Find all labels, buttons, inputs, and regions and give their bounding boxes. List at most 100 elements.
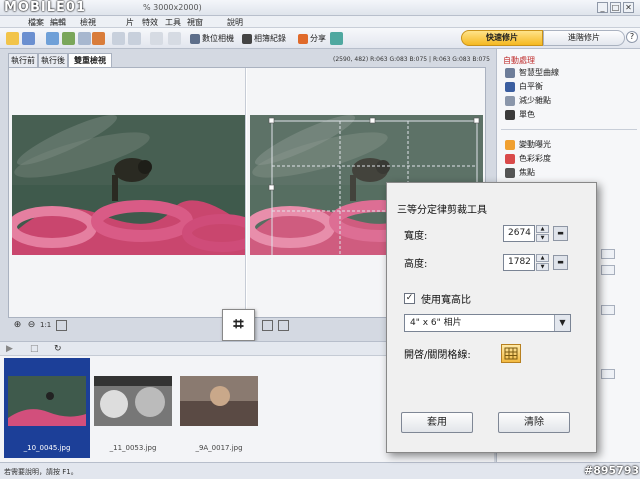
height-label: 高度: bbox=[404, 259, 428, 270]
tab-before[interactable]: 執行前 bbox=[8, 53, 38, 67]
grid-toggle-label: 開啓/關閉格線: bbox=[404, 350, 471, 361]
compare-icon[interactable] bbox=[262, 320, 273, 331]
digital-camera-label: 數位相機 bbox=[202, 34, 234, 43]
height-field[interactable]: 1782 bbox=[503, 254, 535, 271]
thumbnail-3[interactable]: _9A_0017.jpg bbox=[176, 358, 262, 458]
open-folder-icon[interactable] bbox=[6, 32, 19, 45]
tab-dual-view[interactable]: 雙重檢視 bbox=[68, 53, 112, 67]
thumbnail-label: _9A_0017.jpg bbox=[195, 444, 243, 452]
aspect-ratio-select[interactable]: 4" x 6" 相片 ▼ bbox=[404, 314, 571, 332]
dialog-title: 三等分定律剪裁工具 bbox=[397, 205, 487, 216]
width-up-icon[interactable]: ▲ bbox=[536, 225, 549, 233]
chevron-down-icon[interactable]: ▼ bbox=[554, 315, 570, 331]
smart-curve-label: 智慧型曲線 bbox=[519, 68, 559, 77]
menu-bar: 檔案 編輯 檢視 片 特效 工具 視窗 說明 bbox=[0, 16, 640, 28]
before-photo bbox=[12, 115, 245, 255]
aspect-ratio-checkbox[interactable]: ✓ bbox=[404, 293, 415, 304]
pixel-info-readout: (2590, 482) R:063 G:083 B:075 | R:063 G:… bbox=[333, 56, 490, 63]
split-view-icon[interactable] bbox=[278, 320, 289, 331]
print-icon[interactable] bbox=[78, 32, 91, 45]
clear-button[interactable]: 清除 bbox=[498, 412, 570, 433]
menu-image[interactable]: 片 bbox=[126, 17, 134, 28]
acquire-icon[interactable] bbox=[46, 32, 59, 45]
album-icon bbox=[242, 34, 252, 44]
apply-button[interactable]: 套用 bbox=[401, 412, 473, 433]
monochrome-label: 單色 bbox=[519, 110, 535, 119]
saturation-icon bbox=[505, 154, 515, 164]
menu-tools[interactable]: 工具 bbox=[165, 17, 181, 28]
monochrome-icon bbox=[505, 110, 515, 120]
email-icon[interactable] bbox=[92, 32, 105, 45]
panel-divider bbox=[501, 129, 637, 130]
smart-curve-item[interactable]: 智慧型曲線 bbox=[505, 67, 559, 79]
noise-icon bbox=[505, 96, 515, 106]
panel-field[interactable] bbox=[601, 369, 615, 379]
white-balance-item[interactable]: 白平衡 bbox=[505, 81, 543, 93]
focus-item[interactable]: 焦點 bbox=[505, 167, 535, 179]
saturation-label: 色彩彩度 bbox=[519, 154, 551, 163]
status-text: 若需要說明，請按 F1。 bbox=[4, 468, 78, 476]
share-icon bbox=[298, 34, 308, 44]
menu-effects[interactable]: 特效 bbox=[142, 17, 158, 28]
rotate-icon[interactable]: ↻ bbox=[54, 344, 62, 354]
watermark-logo: MOBILE01 bbox=[4, 0, 86, 15]
exposure-item[interactable]: 變動曝光 bbox=[505, 139, 551, 151]
before-pane[interactable] bbox=[9, 68, 246, 317]
copy-icon[interactable] bbox=[112, 32, 125, 45]
play-icon[interactable]: ▶ bbox=[6, 344, 13, 354]
fit-window-icon[interactable] bbox=[56, 320, 67, 331]
close-button[interactable]: ✕ bbox=[623, 2, 634, 13]
height-up-icon[interactable]: ▲ bbox=[536, 254, 549, 262]
reduce-noise-item[interactable]: 減少雜點 bbox=[505, 95, 551, 107]
menu-window[interactable]: 視窗 bbox=[187, 17, 203, 28]
thumbnail-2[interactable]: _11_0053.jpg bbox=[90, 358, 176, 458]
white-balance-label: 白平衡 bbox=[519, 82, 543, 91]
tab-quick-fix[interactable]: 快速修片 bbox=[461, 30, 543, 46]
maximize-button[interactable]: □ bbox=[610, 2, 621, 13]
panel-dropdown[interactable] bbox=[601, 305, 615, 315]
sort-icon[interactable]: □ bbox=[30, 344, 39, 354]
focus-label: 焦點 bbox=[519, 168, 535, 177]
tools-icon[interactable] bbox=[330, 32, 343, 45]
id-watermark: #895793 bbox=[584, 464, 640, 477]
thumbnail-image bbox=[180, 376, 258, 426]
undo-icon[interactable] bbox=[150, 32, 163, 45]
height-down-icon[interactable]: ▼ bbox=[536, 263, 549, 271]
tab-after[interactable]: 執行後 bbox=[38, 53, 68, 67]
aspect-ratio-value: 4" x 6" 相片 bbox=[410, 318, 462, 328]
width-field[interactable]: 2674 bbox=[503, 225, 535, 242]
width-down-icon[interactable]: ▼ bbox=[536, 234, 549, 242]
share-button[interactable]: 分享 bbox=[298, 32, 326, 46]
auto-process-heading: 自動處理 bbox=[503, 56, 535, 65]
browse-icon[interactable] bbox=[62, 32, 75, 45]
focus-icon bbox=[505, 168, 515, 178]
panel-spinner[interactable] bbox=[601, 249, 615, 259]
save-icon[interactable] bbox=[22, 32, 35, 45]
actual-size-icon[interactable]: 1:1 bbox=[40, 320, 51, 331]
thumbnail-1[interactable]: _10_0045.jpg bbox=[4, 358, 90, 458]
monochrome-item[interactable]: 單色 bbox=[505, 109, 535, 121]
tab-advanced-fix[interactable]: 進階修片 bbox=[543, 30, 625, 46]
menu-help[interactable]: 說明 bbox=[227, 17, 243, 28]
paste-icon[interactable] bbox=[128, 32, 141, 45]
status-bar: 若需要說明，請按 F1。 bbox=[0, 462, 640, 479]
digital-camera-button[interactable]: 數位相機 bbox=[190, 32, 234, 46]
help-icon[interactable]: ? bbox=[626, 31, 638, 43]
redo-icon[interactable] bbox=[168, 32, 181, 45]
app-window: MOBILE01 % 3000x2000) _ □ ✕ 檔案 編輯 檢視 片 特… bbox=[0, 0, 640, 479]
panel-spinner[interactable] bbox=[601, 265, 615, 275]
menu-edit[interactable]: 編輯 bbox=[50, 17, 66, 28]
crop-tool-button[interactable]: ⌗ bbox=[222, 309, 255, 341]
aspect-ratio-label: 使用寬高比 bbox=[421, 295, 471, 306]
menu-view[interactable]: 檢視 bbox=[80, 17, 96, 28]
grid-toggle-button[interactable] bbox=[501, 344, 521, 363]
zoom-in-icon[interactable]: ⊕ bbox=[12, 320, 23, 331]
saturation-item[interactable]: 色彩彩度 bbox=[505, 153, 551, 165]
menu-file[interactable]: 檔案 bbox=[28, 17, 44, 28]
width-slider-icon[interactable]: ▬ bbox=[553, 226, 568, 241]
curve-icon bbox=[505, 68, 515, 78]
minimize-button[interactable]: _ bbox=[597, 2, 608, 13]
zoom-out-icon[interactable]: ⊖ bbox=[26, 320, 37, 331]
album-record-button[interactable]: 相簿紀錄 bbox=[242, 32, 286, 46]
height-slider-icon[interactable]: ▬ bbox=[553, 255, 568, 270]
